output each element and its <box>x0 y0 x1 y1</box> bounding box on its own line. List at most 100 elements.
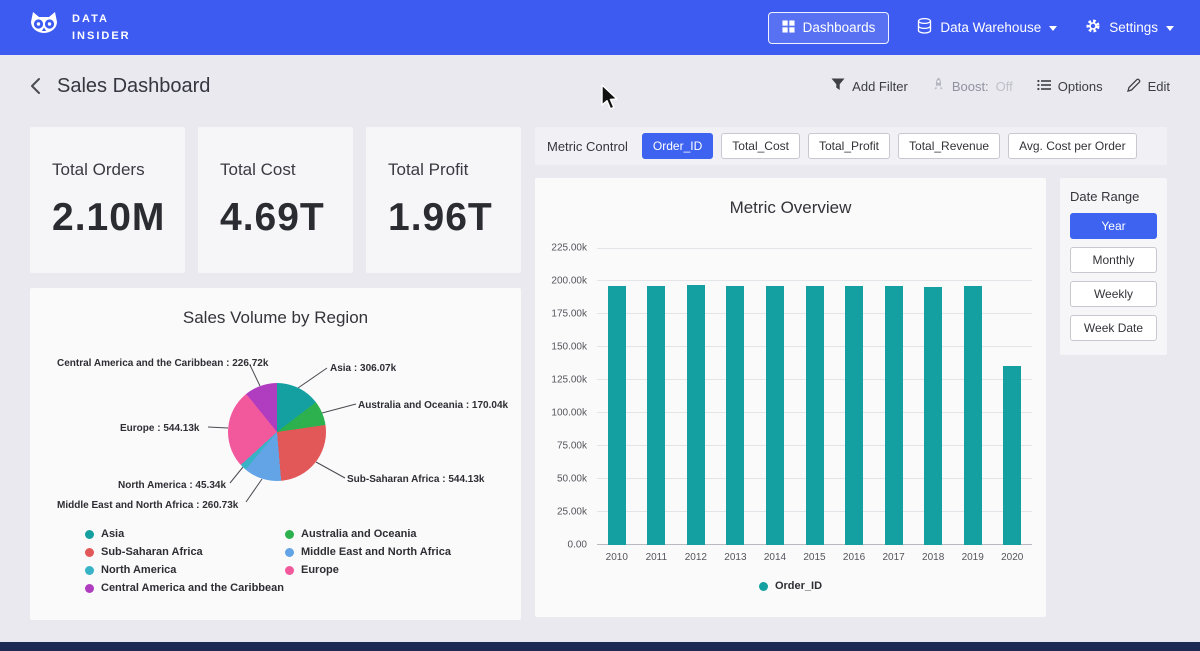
date-range-button-monthly[interactable]: Monthly <box>1070 247 1157 273</box>
metric-button-total-revenue[interactable]: Total_Revenue <box>898 133 1000 159</box>
bar-2012[interactable] <box>687 285 705 545</box>
bar-2017[interactable] <box>885 286 903 545</box>
kpi-label: Total Orders <box>52 160 185 180</box>
metric-button-total-cost[interactable]: Total_Cost <box>721 133 800 159</box>
y-tick-label: 0.00 <box>568 540 587 551</box>
legend-item-europe[interactable]: Europe <box>285 564 451 576</box>
plot-area <box>597 248 1032 545</box>
legend-dot <box>85 548 94 557</box>
top-navbar: DATA INSIDER Dashboards <box>0 0 1200 55</box>
legend-item-asia[interactable]: Asia <box>85 528 285 540</box>
legend-label: Middle East and North Africa <box>301 546 451 558</box>
bar-2016[interactable] <box>845 286 863 545</box>
date-range-button-weekly[interactable]: Weekly <box>1070 281 1157 307</box>
legend-label: Sub-Saharan Africa <box>101 546 203 558</box>
boost-toggle[interactable]: Boost: Off <box>932 77 1013 95</box>
bar-2019[interactable] <box>964 286 982 545</box>
boost-rocket-icon <box>932 77 945 95</box>
bar-column-2018 <box>913 248 953 545</box>
legend-item-middle-east-and-north-africa[interactable]: Middle East and North Africa <box>285 546 451 558</box>
x-tick-label: 2018 <box>913 552 953 563</box>
gear-icon <box>1085 18 1101 37</box>
sales-volume-card: Sales Volume by Region Asia : 306.07kAus… <box>30 288 521 620</box>
pie-slice-label-central-america-and-the-caribbean: Central America and the Caribbean : 226.… <box>57 358 268 369</box>
x-tick-label: 2013 <box>716 552 756 563</box>
metric-button-avg-cost-per-order[interactable]: Avg. Cost per Order <box>1008 133 1137 159</box>
edit-button[interactable]: Edit <box>1127 78 1170 95</box>
add-filter-button[interactable]: Add Filter <box>831 78 908 94</box>
series-legend-dot <box>759 582 768 591</box>
nav-data-warehouse[interactable]: Data Warehouse <box>917 18 1057 37</box>
pie-chart[interactable] <box>228 383 326 481</box>
y-tick-label: 150.00k <box>551 342 587 353</box>
bar-2020[interactable] <box>1003 366 1021 545</box>
options-list-icon <box>1037 79 1051 94</box>
nav-dashboards-label: Dashboards <box>803 20 876 35</box>
bar-2013[interactable] <box>726 286 744 545</box>
pie-slice-label-middle-east-and-north-africa: Middle East and North Africa : 260.73k <box>57 500 238 511</box>
bar-2010[interactable] <box>608 286 626 545</box>
kpi-card-total-profit: Total Profit 1.96T <box>366 127 521 273</box>
pie-slice-label-sub-saharan-africa: Sub-Saharan Africa : 544.13k <box>347 474 484 485</box>
page-title: Sales Dashboard <box>57 75 210 98</box>
metric-control-bar: Metric Control Order_ID Total_Cost Total_P… <box>535 127 1167 165</box>
bar-column-2020 <box>992 248 1032 545</box>
legend-item-sub-saharan-africa[interactable]: Sub-Saharan Africa <box>85 546 285 558</box>
kpi-card-total-cost: Total Cost 4.69T <box>198 127 353 273</box>
y-tick-label: 125.00k <box>551 374 587 385</box>
x-tick-label: 2020 <box>992 552 1032 563</box>
filter-funnel-icon <box>831 78 845 94</box>
brand-logo[interactable]: DATA INSIDER <box>26 9 131 46</box>
metric-button-order-id[interactable]: Order_ID <box>642 133 713 159</box>
options-button[interactable]: Options <box>1037 79 1103 94</box>
metric-button-total-profit[interactable]: Total_Profit <box>808 133 890 159</box>
database-icon <box>917 18 932 37</box>
bar-column-2017 <box>874 248 914 545</box>
nav-settings[interactable]: Settings <box>1085 18 1174 37</box>
bar-chart-legend[interactable]: Order_ID <box>535 580 1046 592</box>
kpi-value: 2.10M <box>52 196 185 240</box>
x-tick-label: 2012 <box>676 552 716 563</box>
chevron-down-icon <box>1166 26 1174 31</box>
legend-item-north-america[interactable]: North America <box>85 564 285 576</box>
pie-slice-label-australia-and-oceania: Australia and Oceania : 170.04k <box>358 400 508 411</box>
back-button[interactable] <box>30 77 41 95</box>
bar-2018[interactable] <box>924 287 942 545</box>
nav-dashboards-button[interactable]: Dashboards <box>768 12 890 44</box>
x-tick-label: 2015 <box>795 552 835 563</box>
bar-2014[interactable] <box>766 286 784 545</box>
legend-dot <box>85 530 94 539</box>
y-tick-label: 175.00k <box>551 308 587 319</box>
nav-settings-label: Settings <box>1109 20 1158 35</box>
kpi-label: Total Profit <box>388 160 521 180</box>
kpi-row: Total Orders 2.10M Total Cost 4.69T Tota… <box>30 127 521 273</box>
legend-dot <box>285 566 294 575</box>
date-range-button-year[interactable]: Year <box>1070 213 1157 239</box>
y-tick-label: 200.00k <box>551 275 587 286</box>
metric-overview-card: Metric Overview 225.00k 200.00k 175.00k 150… <box>535 178 1046 617</box>
metric-control-label: Metric Control <box>547 139 628 154</box>
legend-dot <box>285 548 294 557</box>
kpi-value: 1.96T <box>388 196 521 240</box>
legend-label: North America <box>101 564 176 576</box>
date-range-button-week-date[interactable]: Week Date <box>1070 315 1157 341</box>
y-tick-label: 225.00k <box>551 243 587 254</box>
bar-2011[interactable] <box>647 286 665 546</box>
bar-chart-title: Metric Overview <box>535 178 1046 218</box>
bar-column-2014 <box>755 248 795 545</box>
bar-2015[interactable] <box>806 286 824 545</box>
bar-column-2010 <box>597 248 637 545</box>
date-range-label: Date Range <box>1070 189 1157 204</box>
bar-column-2019 <box>953 248 993 545</box>
pie-slice-label-north-america: North America : 45.34k <box>118 480 226 491</box>
x-tick-label: 2017 <box>874 552 914 563</box>
x-tick-label: 2014 <box>755 552 795 563</box>
legend-item-central-america-and-the-caribbean[interactable]: Central America and the Caribbean <box>85 582 285 594</box>
legend-dot <box>85 584 94 593</box>
y-tick-label: 100.00k <box>551 408 587 419</box>
bottom-bar <box>0 642 1200 651</box>
x-axis: 2010201120122013201420152016201720182019… <box>597 552 1032 563</box>
y-tick-label: 75.00k <box>557 441 587 452</box>
legend-item-australia-and-oceania[interactable]: Australia and Oceania <box>285 528 451 540</box>
legend-dot <box>285 530 294 539</box>
